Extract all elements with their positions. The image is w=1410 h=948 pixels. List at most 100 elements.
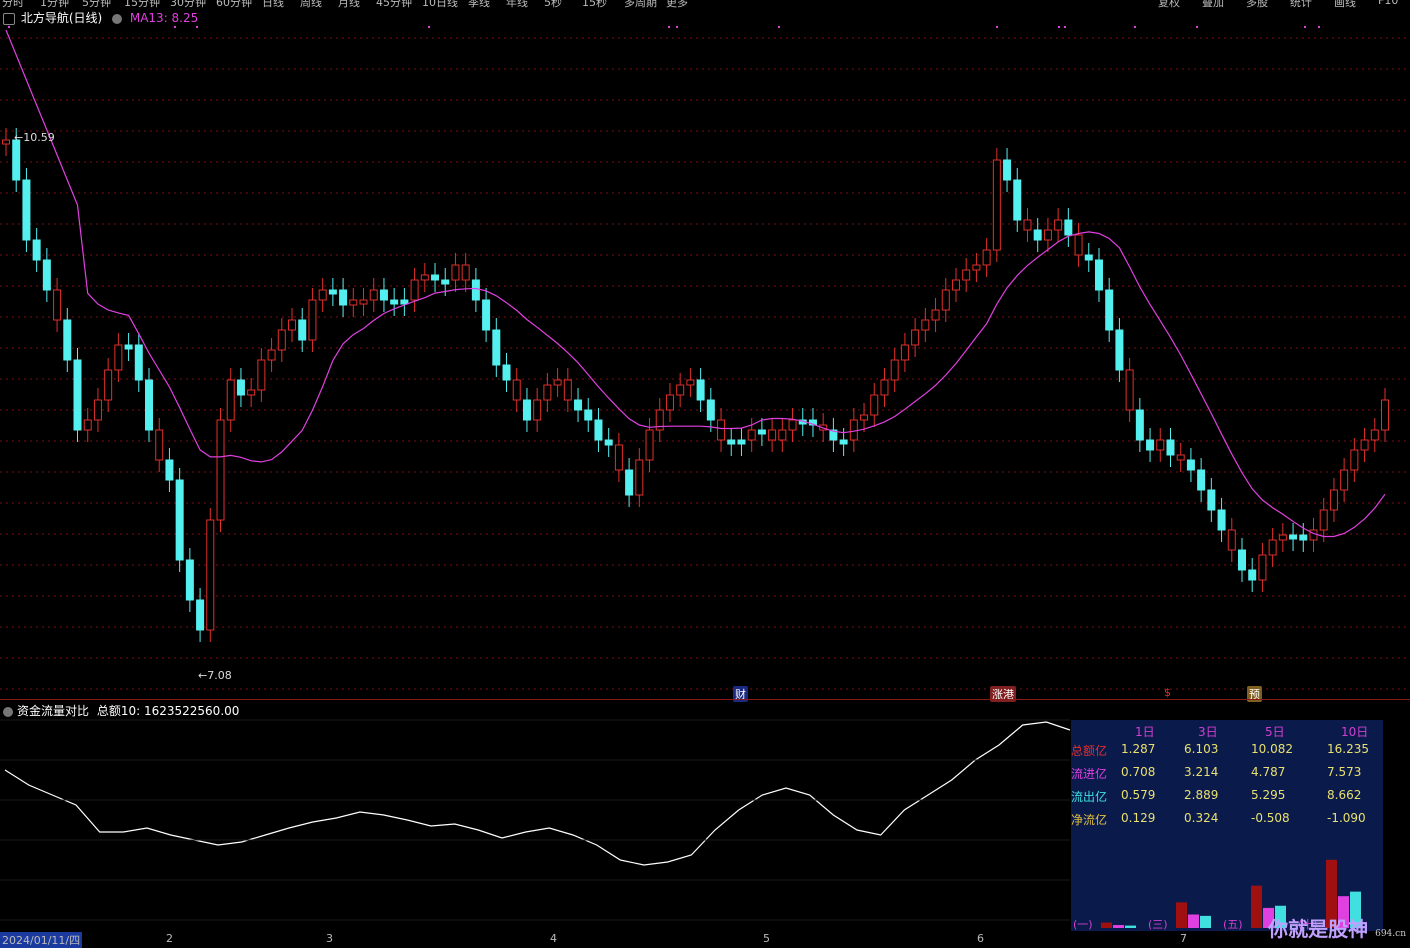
fund-flow-table: 1日 3日 5日 10日 总额亿 1.287 6.103 10.082 16.235 流进亿 0.7…: [1071, 720, 1383, 931]
candle-body: [737, 439, 746, 445]
signal-dot: [174, 26, 176, 28]
price-chart[interactable]: [0, 0, 1410, 700]
watermark-logo: 你就是股神 694.cn: [1268, 913, 1406, 942]
candle-body: [951, 279, 960, 291]
fund-bar-chart: [1101, 859, 1361, 928]
candle-body: [1094, 259, 1103, 291]
candle-body: [1135, 409, 1144, 441]
candle-body: [706, 399, 715, 421]
candle-body: [1340, 469, 1349, 491]
candle-body: [400, 299, 409, 305]
candle-body: [972, 264, 981, 271]
candle-body: [1176, 454, 1185, 461]
candle-body: [1350, 449, 1359, 471]
candle-body: [1074, 234, 1083, 256]
candle-body: [431, 274, 440, 281]
candle-body: [1084, 254, 1093, 261]
candle-body: [114, 344, 123, 371]
candle-body: [676, 384, 685, 396]
high-price-label: ←10.59: [14, 131, 55, 144]
candle-body: [553, 379, 562, 386]
candle-body: [1156, 439, 1165, 451]
candle-body: [42, 259, 51, 291]
fund-flow-line: [4, 721, 1071, 866]
date-tick-2: 2: [166, 932, 173, 945]
candle-body: [604, 439, 613, 446]
candle-body: [1237, 549, 1246, 571]
candle-body: [1217, 509, 1226, 531]
candle-body: [247, 389, 256, 396]
candle-body: [318, 289, 327, 301]
signal-dot: [1196, 26, 1198, 28]
candle-body: [451, 264, 460, 281]
candle-body: [288, 319, 297, 331]
candle-body: [1003, 159, 1012, 181]
signal-dot: [428, 26, 430, 28]
fund-bar: [1251, 885, 1262, 928]
high-price-value: 10.59: [23, 131, 55, 144]
candle-body: [849, 419, 858, 441]
candle-body: [522, 399, 531, 421]
candle-body: [1115, 329, 1124, 371]
candle-body: [1329, 489, 1338, 511]
low-price-value: 7.08: [207, 669, 232, 682]
candle-body: [635, 459, 644, 496]
candle-body: [1381, 399, 1389, 431]
candle-body: [1309, 529, 1318, 541]
candle-body: [1105, 289, 1114, 331]
candle-body: [359, 299, 368, 305]
candle-body: [236, 379, 245, 396]
candle-body: [12, 139, 21, 181]
candle-body: [53, 289, 62, 321]
signal-dot: [996, 26, 998, 28]
candle-body: [308, 299, 317, 341]
candle-body: [1064, 219, 1073, 236]
date-tick-6: 6: [977, 932, 984, 945]
candle-body: [941, 289, 950, 311]
candle-body: [410, 279, 419, 301]
candle-body: [880, 379, 889, 396]
candle-body: [574, 399, 583, 411]
candle-body: [145, 379, 154, 431]
candle-body: [768, 429, 777, 441]
candle-body: [1360, 439, 1369, 451]
candle-body: [645, 429, 654, 461]
candle-body: [543, 384, 552, 401]
ma13-line: [5, 29, 1386, 538]
candle-body: [1146, 439, 1155, 451]
candle-body: [696, 379, 705, 401]
candle-body: [226, 379, 235, 421]
candle-body: [839, 439, 848, 445]
watermark-site: 694.cn: [1375, 929, 1406, 939]
candle-body: [1258, 554, 1267, 581]
candle-body: [482, 299, 491, 331]
candle-body: [1227, 529, 1236, 551]
candle-body: [1033, 229, 1042, 241]
candle-body: [727, 439, 736, 445]
dividend-marker[interactable]: $: [1162, 686, 1173, 699]
candle-body: [533, 399, 542, 421]
candle-body: [93, 399, 102, 421]
fund-bar: [1200, 915, 1211, 928]
candle-body: [1043, 229, 1052, 241]
candle-body: [124, 344, 133, 350]
candle-body: [717, 419, 726, 441]
candle-body: [298, 319, 307, 341]
fund-bar: [1101, 922, 1112, 928]
candle-body: [165, 459, 174, 481]
candle-body: [900, 344, 909, 361]
candle-body: [921, 319, 930, 331]
candle-body: [349, 299, 358, 306]
candle-body: [492, 329, 501, 366]
candle-body: [614, 444, 623, 471]
candle-body: [860, 414, 869, 421]
candle-body: [1268, 539, 1277, 556]
candle-body: [267, 349, 276, 361]
candle-body: [390, 299, 399, 305]
fund-bar: [1188, 914, 1199, 928]
low-price-label: ←7.08: [198, 669, 232, 682]
candle-body: [890, 359, 899, 381]
candle-body: [1370, 429, 1379, 441]
signal-dot: [778, 26, 780, 28]
candle-body: [257, 359, 266, 391]
